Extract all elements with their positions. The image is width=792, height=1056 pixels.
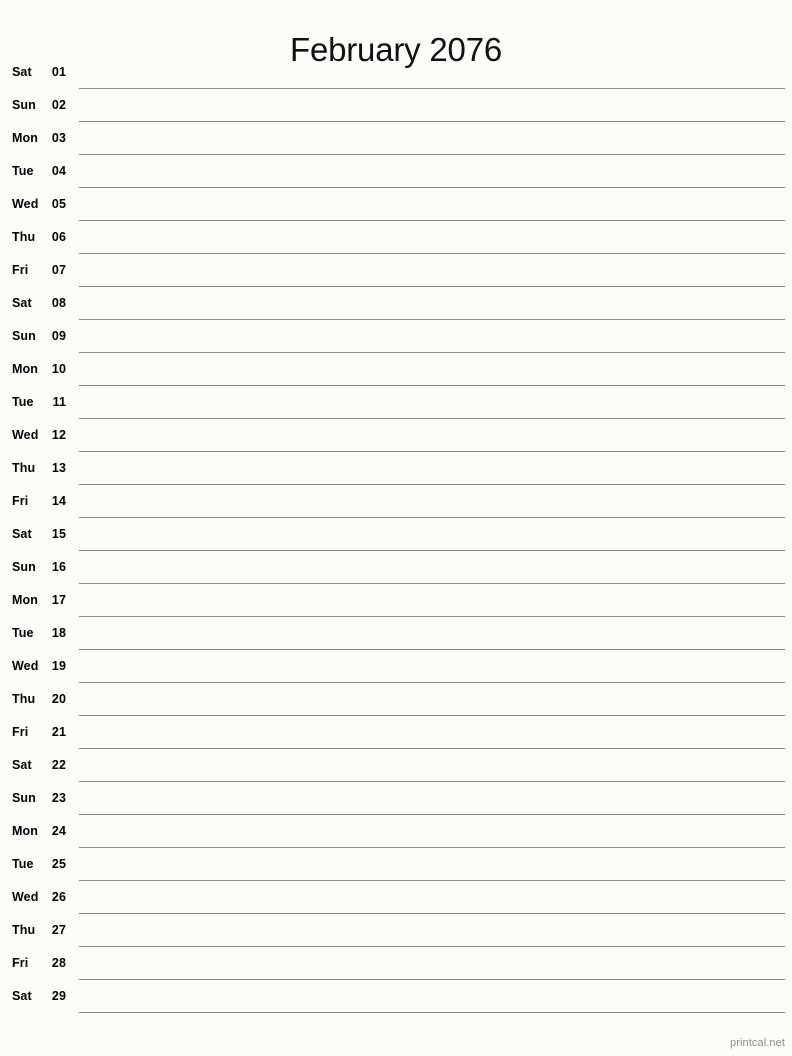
day-number-label: 03 <box>51 131 66 145</box>
day-number-label: 10 <box>51 362 66 376</box>
day-row: Wed 05 <box>0 188 792 221</box>
day-row: Thu 06 <box>0 221 792 254</box>
footer-credit: printcal.net <box>729 1037 785 1049</box>
day-row: Tue 11 <box>0 386 792 419</box>
day-row: Fri 14 <box>0 485 792 518</box>
day-row: Sat 15 <box>0 518 792 551</box>
day-number-label: 24 <box>51 824 66 838</box>
day-writing-line[interactable] <box>79 1012 785 1013</box>
day-row: Wed 19 <box>0 650 792 683</box>
day-row: Mon 10 <box>0 353 792 386</box>
day-row: Tue 04 <box>0 155 792 188</box>
day-number-label: 14 <box>51 494 66 508</box>
day-row: Tue 25 <box>0 848 792 881</box>
day-number-label: 15 <box>51 527 66 541</box>
day-number-label: 23 <box>51 791 66 805</box>
calendar-page: February 2076 Sat 01 Sun 02 Mon 03 Tue 04 Wed 05 T… <box>0 0 792 1056</box>
day-row: Sun 02 <box>0 89 792 122</box>
day-row: Fri 28 <box>0 947 792 980</box>
day-number-label: 16 <box>51 560 66 574</box>
day-row: Mon 17 <box>0 584 792 617</box>
day-row: Mon 03 <box>0 122 792 155</box>
day-row: Sun 16 <box>0 551 792 584</box>
day-number-label: 17 <box>51 593 66 607</box>
day-row: Thu 20 <box>0 683 792 716</box>
day-row: Tue 18 <box>0 617 792 650</box>
day-row: Sun 09 <box>0 320 792 353</box>
day-row: Sat 29 <box>0 980 792 1013</box>
day-row: Fri 21 <box>0 716 792 749</box>
day-number-label: 05 <box>51 197 66 211</box>
day-row: Thu 27 <box>0 914 792 947</box>
day-number-label: 21 <box>51 725 66 739</box>
day-row: Thu 13 <box>0 452 792 485</box>
day-number-label: 25 <box>51 857 66 871</box>
day-number-label: 07 <box>51 263 66 277</box>
day-row: Sat 08 <box>0 287 792 320</box>
day-row: Sun 23 <box>0 782 792 815</box>
day-number-label: 19 <box>51 659 66 673</box>
day-number-label: 27 <box>51 923 66 937</box>
day-row: Sat 01 <box>0 56 792 89</box>
day-row: Wed 26 <box>0 881 792 914</box>
day-number-label: 22 <box>51 758 66 772</box>
day-number-label: 26 <box>51 890 66 904</box>
day-number-label: 01 <box>51 65 66 79</box>
day-row: Wed 12 <box>0 419 792 452</box>
day-number-label: 13 <box>51 461 66 475</box>
day-row: Mon 24 <box>0 815 792 848</box>
day-number-label: 06 <box>51 230 66 244</box>
day-number-label: 02 <box>51 98 66 112</box>
day-number-label: 12 <box>51 428 66 442</box>
day-number-label: 11 <box>52 395 66 409</box>
day-number-label: 28 <box>51 956 66 970</box>
day-number-label: 29 <box>51 989 66 1003</box>
day-row: Fri 07 <box>0 254 792 287</box>
day-number-label: 04 <box>51 164 66 178</box>
day-number-label: 18 <box>51 626 66 640</box>
day-number-label: 20 <box>51 692 66 706</box>
day-list: Sat 01 Sun 02 Mon 03 Tue 04 Wed 05 Thu 06 Fri 07 Sat 08… <box>0 56 792 1013</box>
day-row: Sat 22 <box>0 749 792 782</box>
day-number-label: 08 <box>51 296 66 310</box>
day-number-label: 09 <box>51 329 66 343</box>
